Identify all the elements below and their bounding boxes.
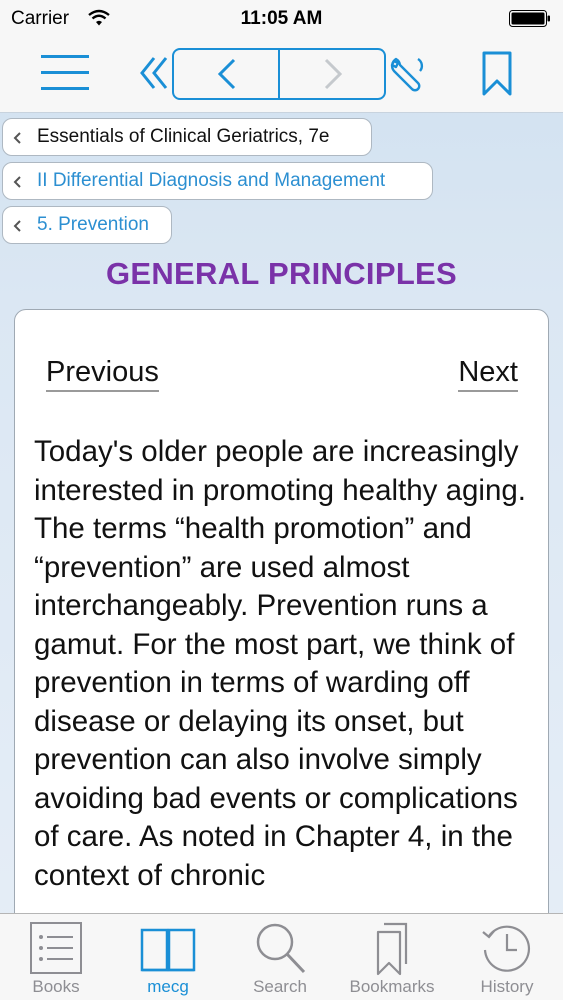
tab-bar: Books mecg Search Bookmarks History <box>0 913 563 1000</box>
tab-label: Bookmarks <box>349 977 435 996</box>
chevron-left-icon <box>13 220 21 232</box>
wrench-icon[interactable] <box>388 55 426 93</box>
next-section-link[interactable]: Next <box>458 356 518 392</box>
body-text: Today's older people are increasingly in… <box>34 435 526 892</box>
breadcrumb-book[interactable]: Essentials of Clinical Geriatrics, 7e <box>2 118 372 156</box>
page-navigation <box>172 48 386 100</box>
bookmarks-icon <box>376 922 408 976</box>
breadcrumb-label: II Differential Diagnosis and Management <box>37 170 386 191</box>
breadcrumb-part[interactable]: II Differential Diagnosis and Management <box>2 162 433 200</box>
tab-bookmarks[interactable]: Bookmarks <box>336 914 448 1000</box>
next-page-icon[interactable] <box>280 50 384 98</box>
bookmark-icon[interactable] <box>481 51 513 97</box>
previous-section-link[interactable]: Previous <box>46 356 159 392</box>
content-card: Previous Next Today's older people are i… <box>14 309 549 949</box>
tab-books[interactable]: Books <box>0 914 112 1000</box>
tab-search[interactable]: Search <box>224 914 336 1000</box>
tab-label: History <box>480 977 534 996</box>
back-all-icon[interactable] <box>138 54 172 92</box>
status-bar: Carrier 11:05 AM <box>0 0 563 38</box>
tab-mecg[interactable]: mecg <box>112 914 224 1000</box>
breadcrumb-label: Essentials of Clinical Geriatrics, 7e <box>37 126 330 147</box>
battery-icon <box>509 10 550 27</box>
breadcrumb-label: 5. Prevention <box>37 214 149 235</box>
tab-label: mecg <box>147 977 189 996</box>
tab-label: Books <box>32 977 80 996</box>
breadcrumb-chapter[interactable]: 5. Prevention <box>2 206 172 244</box>
section-title: GENERAL PRINCIPLES <box>105 256 458 291</box>
open-book-icon <box>140 928 196 972</box>
chevron-left-icon <box>13 176 21 188</box>
chevron-left-icon <box>13 132 21 144</box>
toolbar <box>0 38 563 113</box>
status-time: 11:05 AM <box>240 8 323 29</box>
tab-history[interactable]: History <box>451 914 563 1000</box>
search-icon <box>256 923 306 974</box>
menu-icon[interactable] <box>40 53 90 93</box>
list-icon <box>30 922 82 974</box>
clock-icon <box>482 925 531 972</box>
previous-page-icon[interactable] <box>174 50 278 98</box>
tab-label: Search <box>253 977 307 996</box>
